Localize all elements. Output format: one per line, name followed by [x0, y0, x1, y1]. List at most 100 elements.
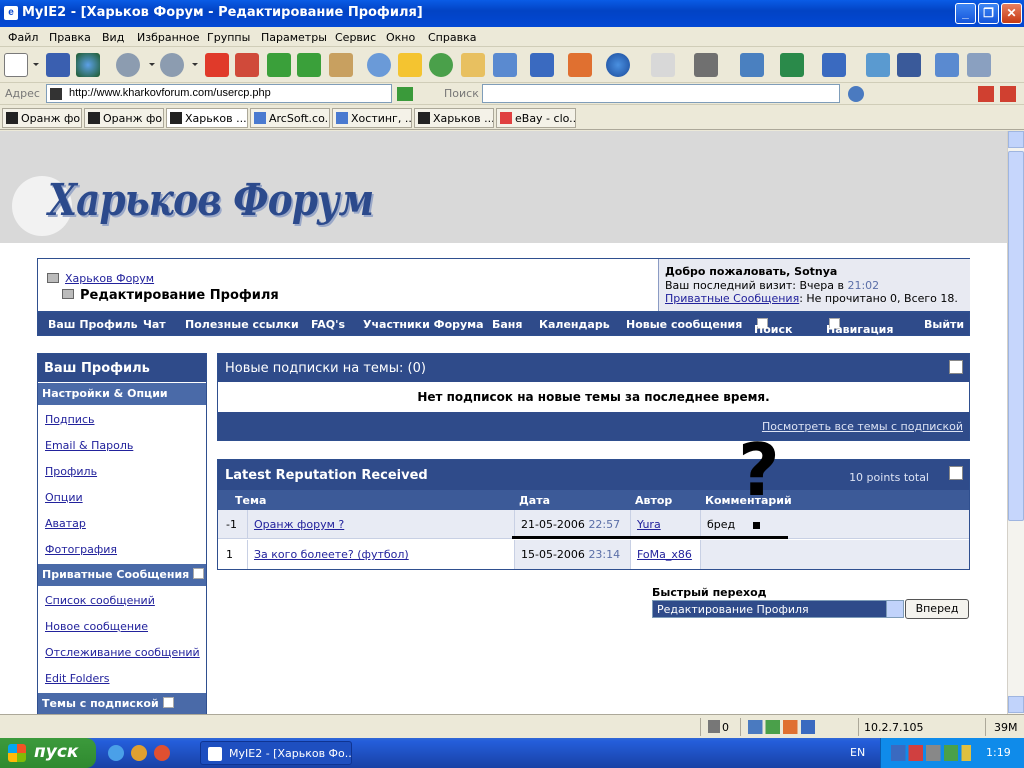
firefox-icon[interactable] [154, 745, 170, 761]
nav-banya[interactable]: Баня [492, 318, 522, 331]
collapse-icon[interactable] [949, 360, 963, 374]
chevron-down-icon[interactable] [886, 601, 903, 617]
sidebar-item-tracking[interactable]: Отслеживание сообщений [45, 646, 200, 659]
history-icon[interactable] [429, 53, 453, 77]
address-input[interactable]: http://www.kharkovforum.com/usercp.php [46, 84, 392, 103]
taskbar-app-myie2[interactable]: MyIE2 - [Харьков Фо... [200, 741, 352, 765]
close-button[interactable]: ✕ [1001, 3, 1022, 24]
print-icon[interactable] [694, 53, 718, 77]
nav-faq[interactable]: FAQ's [311, 318, 345, 331]
status-icons[interactable] [748, 720, 828, 734]
nav-search[interactable]: Поиск [754, 318, 792, 336]
refresh-all-icon[interactable] [297, 53, 321, 77]
nav-profile[interactable]: Ваш Профиль [48, 318, 138, 331]
menu-groups[interactable]: Группы [207, 31, 250, 44]
tab-orange-2[interactable]: Оранж фо... [84, 108, 164, 128]
stop-icon[interactable] [205, 53, 229, 77]
menu-edit[interactable]: Правка [49, 31, 91, 44]
sidebar-item-signature[interactable]: Подпись [45, 413, 94, 426]
menu-view[interactable]: Вид [102, 31, 124, 44]
sidebar-item-email[interactable]: Email & Пароль [45, 439, 133, 452]
settings-icon[interactable] [967, 53, 991, 77]
download-icon[interactable] [780, 53, 804, 77]
language-indicator[interactable]: EN [850, 746, 865, 759]
stop-all-icon[interactable] [235, 53, 259, 77]
nav-calendar[interactable]: Календарь [539, 318, 610, 331]
nav-chat[interactable]: Чат [143, 318, 166, 331]
media-icon[interactable] [131, 745, 147, 761]
sidebar-item-photo[interactable]: Фотография [45, 543, 117, 556]
menu-file[interactable]: Файл [8, 31, 38, 44]
close-tab-icon[interactable] [978, 86, 994, 102]
globe-user-icon[interactable] [76, 53, 100, 77]
nav-new-posts[interactable]: Новые сообщения [626, 318, 742, 331]
tab-arcsoft[interactable]: ArcSoft.co... [250, 108, 330, 128]
page-scrollbar[interactable] [1007, 131, 1024, 714]
sidebar-item-profile[interactable]: Профиль [45, 465, 97, 478]
quickjump-select[interactable]: Редактирование Профиля [652, 600, 904, 618]
pm-link[interactable]: Приватные Сообщения [665, 292, 799, 305]
scroll-down-icon[interactable] [1008, 696, 1024, 713]
search-input[interactable] [482, 84, 840, 103]
save-icon[interactable] [46, 53, 70, 77]
nav-links[interactable]: Полезные ссылки [185, 318, 299, 331]
font-icon[interactable] [530, 53, 554, 77]
grid-icon[interactable] [897, 53, 921, 77]
refresh-icon[interactable] [267, 53, 291, 77]
rep-topic-link[interactable]: За кого болеете? (футбол) [254, 548, 409, 561]
sidebar-item-avatar[interactable]: Аватар [45, 517, 86, 530]
collapse-icon[interactable] [949, 466, 963, 480]
trash-icon[interactable] [708, 720, 720, 733]
site-logo[interactable]: Харьков Форум [48, 175, 374, 226]
tools-icon[interactable] [493, 53, 517, 77]
tab-kharkov-active[interactable]: Харьков ... [166, 108, 248, 128]
close-all-icon[interactable] [1000, 86, 1016, 102]
minimize-button[interactable]: _ [955, 3, 976, 24]
edit-icon[interactable] [935, 53, 959, 77]
favorites-icon[interactable] [398, 53, 422, 77]
tray-icons[interactable] [891, 745, 971, 761]
web-search-icon[interactable] [848, 86, 864, 102]
new-icon[interactable] [4, 53, 28, 77]
tab-orange-1[interactable]: Оранж фо... [2, 108, 82, 128]
browser-icon[interactable] [606, 53, 630, 77]
sidebar-item-msg-list[interactable]: Список сообщений [45, 594, 155, 607]
ie-icon[interactable] [108, 745, 124, 761]
tab-icon[interactable] [866, 53, 890, 77]
mail-icon[interactable] [651, 53, 675, 77]
menu-tools[interactable]: Сервис [335, 31, 376, 44]
encoding-icon[interactable] [568, 53, 592, 77]
tab-kharkov-2[interactable]: Харьков ... [414, 108, 494, 128]
undo-icon[interactable] [822, 53, 846, 77]
nav-logout[interactable]: Выйти [924, 318, 964, 331]
annotation-dot [753, 522, 760, 529]
sidebar-item-options[interactable]: Опции [45, 491, 83, 504]
back-icon[interactable] [116, 53, 140, 77]
nav-navigation[interactable]: Навигация [826, 318, 893, 336]
rep-author-link[interactable]: FoMa_x86 [637, 548, 692, 561]
scroll-thumb[interactable] [1008, 151, 1024, 521]
go-icon[interactable] [397, 87, 413, 101]
sidebar-item-folders[interactable]: Edit Folders [45, 672, 110, 685]
fullscreen-icon[interactable] [740, 53, 764, 77]
view-all-subscriptions-link[interactable]: Посмотреть все темы с подпиской [762, 420, 963, 433]
menu-window[interactable]: Окно [386, 31, 415, 44]
sidebar-item-new-msg[interactable]: Новое сообщение [45, 620, 148, 633]
rep-topic-link[interactable]: Оранж форум ? [254, 518, 344, 531]
nav-members[interactable]: Участники Форума [363, 318, 484, 331]
forward-icon[interactable] [160, 53, 184, 77]
tab-hosting[interactable]: Хостинг, ... [332, 108, 412, 128]
search-icon[interactable] [367, 53, 391, 77]
menu-favorites[interactable]: Избранное [137, 31, 199, 44]
menu-options[interactable]: Параметры [261, 31, 327, 44]
scroll-up-icon[interactable] [1008, 131, 1024, 148]
menu-help[interactable]: Справка [428, 31, 476, 44]
quickjump-go-button[interactable]: Вперед [905, 599, 969, 619]
rep-author-link[interactable]: Yura [637, 518, 661, 531]
tab-ebay[interactable]: eBay - clo... [496, 108, 576, 128]
maximize-button[interactable]: ❐ [978, 3, 999, 24]
start-button[interactable]: пуск [0, 738, 96, 768]
breadcrumb-home[interactable]: Харьков Форум [65, 272, 154, 285]
home-icon[interactable] [329, 53, 353, 77]
folder-icon[interactable] [461, 53, 485, 77]
